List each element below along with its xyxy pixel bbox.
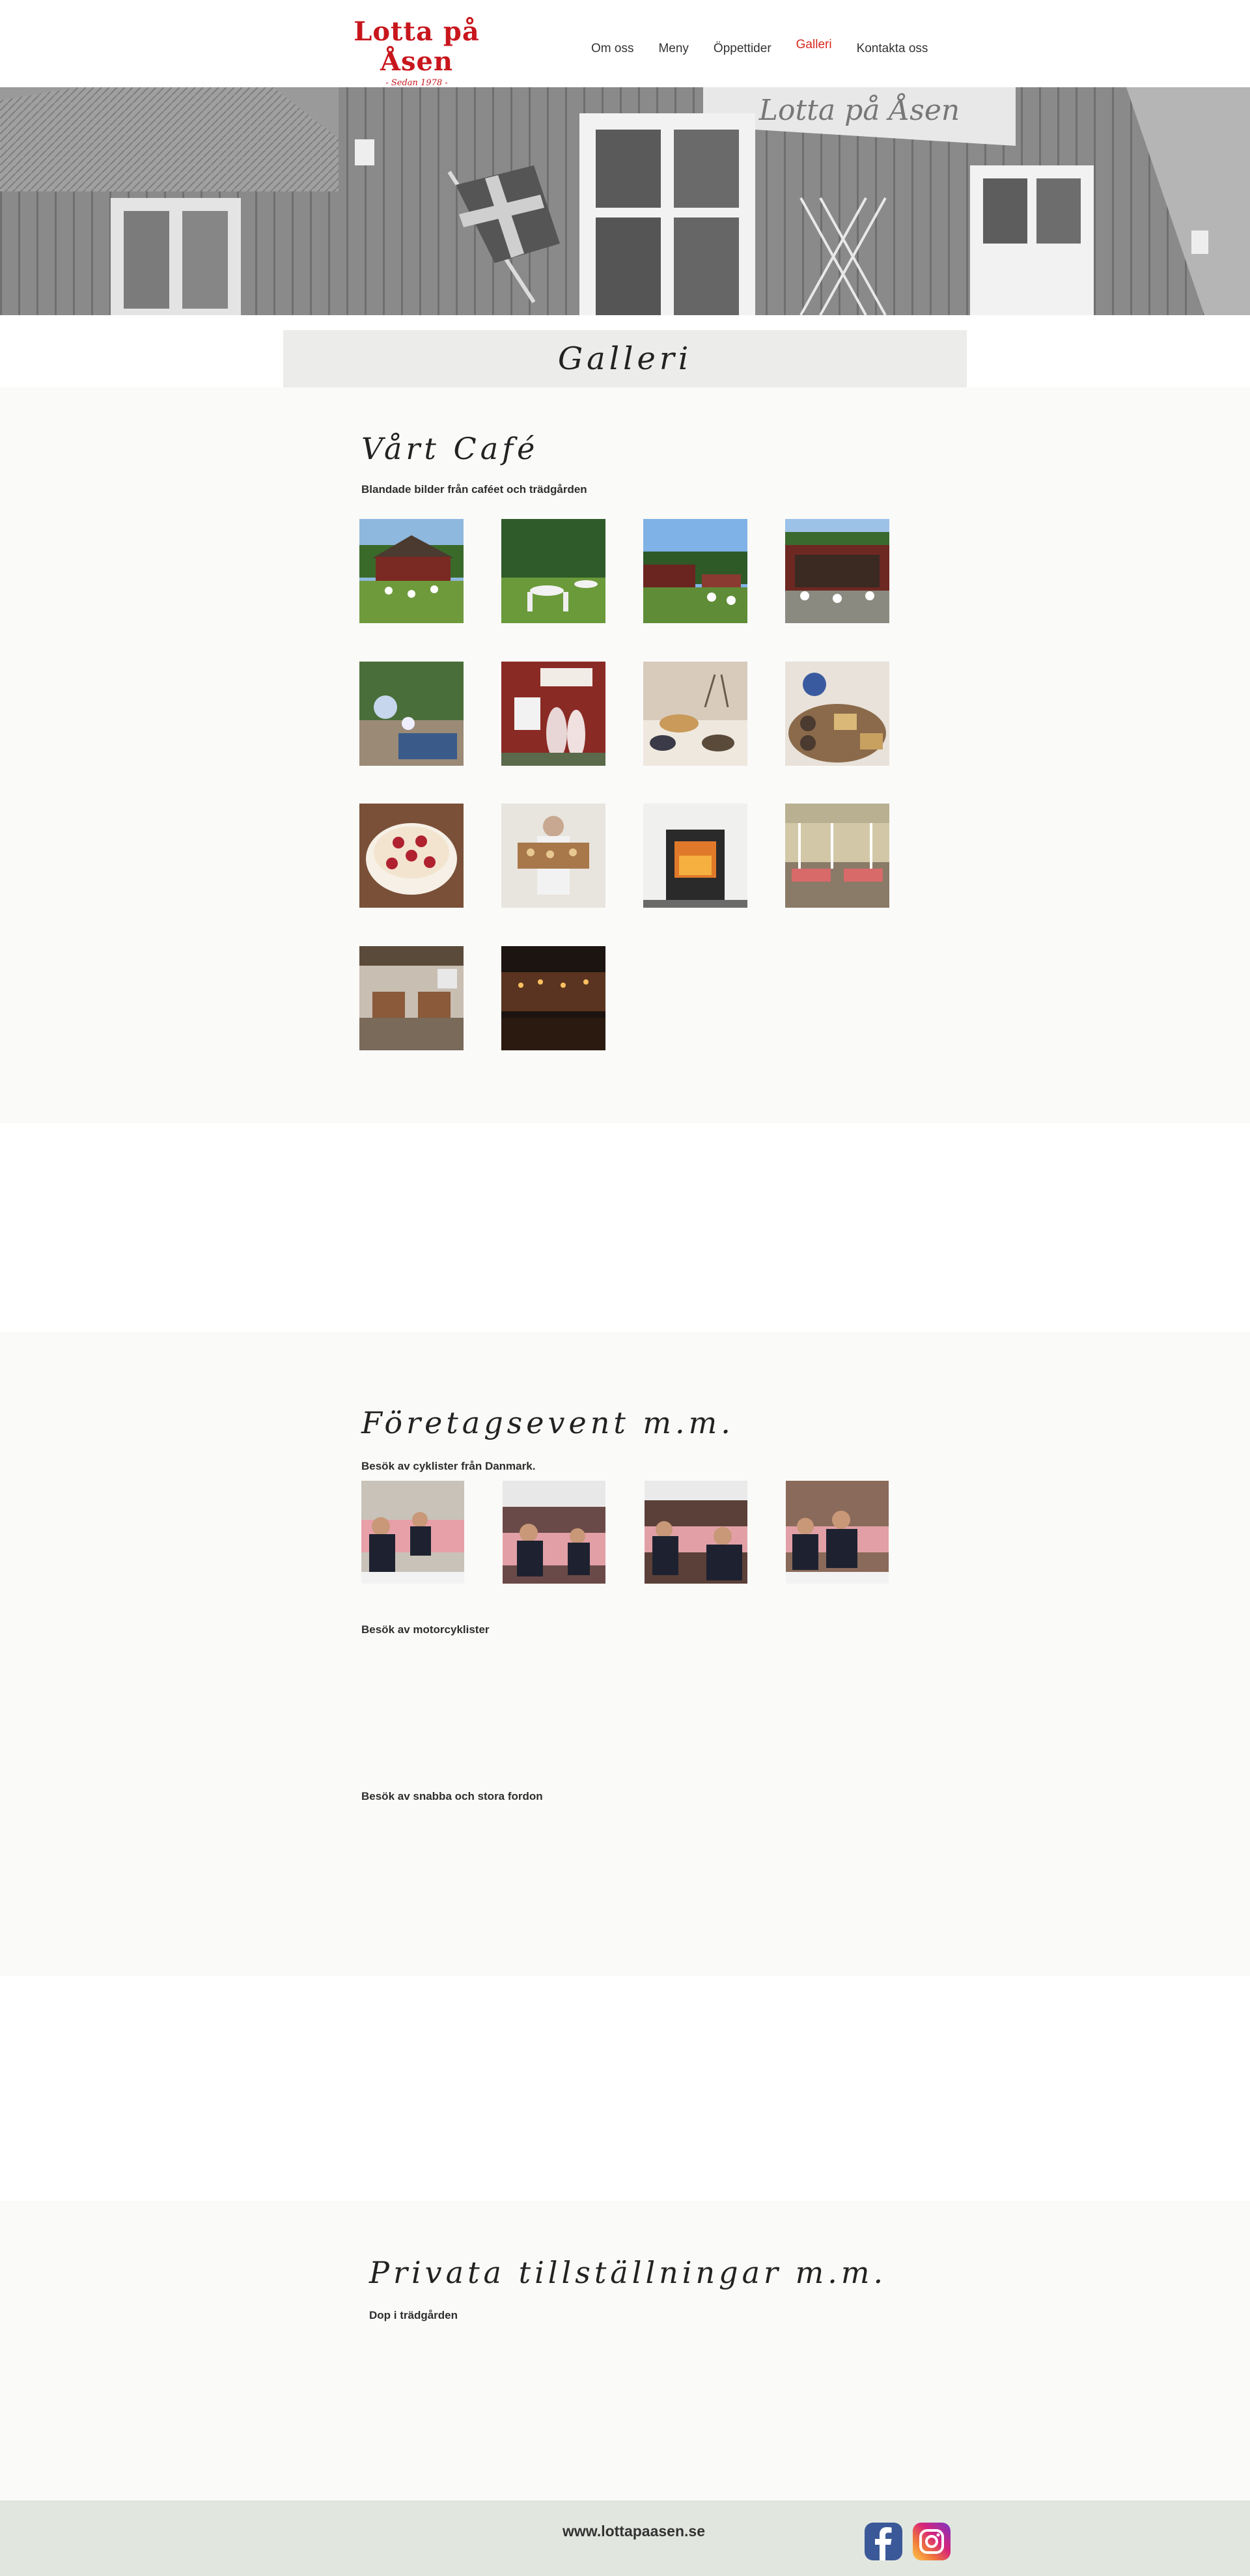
gallery-photo[interactable] xyxy=(359,662,464,766)
private-caption: Dop i trädgården xyxy=(369,2309,458,2321)
nav-item-om-oss[interactable]: Om oss xyxy=(591,42,633,56)
cafe-section-title: Vårt Café xyxy=(361,431,539,466)
nav-item-meny[interactable]: Meny xyxy=(658,42,688,56)
hero-image: Lotta på Åsen xyxy=(0,87,1250,315)
gallery-photo[interactable] xyxy=(643,662,747,766)
footer-website-link[interactable]: www.lottapaasen.se xyxy=(562,2523,705,2540)
gallery-photo[interactable] xyxy=(501,804,605,908)
cyclists-caption: Besök av cyklister från Danmark. xyxy=(361,1460,536,1472)
facebook-icon[interactable] xyxy=(865,2523,902,2560)
hero-sign-text: Lotta på Åsen xyxy=(758,92,960,127)
gallery-photo[interactable] xyxy=(643,804,747,908)
gallery-photo[interactable] xyxy=(785,804,889,908)
cafe-section-background xyxy=(0,387,1250,1123)
private-section-title: Privata tillställningar m.m. xyxy=(369,2255,887,2290)
nav-item-kontakta-oss[interactable]: Kontakta oss xyxy=(857,42,928,56)
gallery-photo[interactable] xyxy=(643,519,747,623)
cafe-section-description: Blandade bilder från caféet och trädgård… xyxy=(361,483,587,496)
nav-item-galleri[interactable]: Galleri xyxy=(796,38,832,52)
site-footer: www.lottapaasen.se xyxy=(0,2500,1250,2576)
logo-title: Lotta på Åsen xyxy=(354,16,480,77)
site-logo[interactable]: Lotta på Åsen - Sedan 1978 - xyxy=(339,17,495,89)
gallery-photo[interactable] xyxy=(501,946,605,1050)
site-header: Lotta på Åsen - Sedan 1978 - Om oss Meny… xyxy=(0,0,1250,89)
gallery-photo[interactable] xyxy=(501,519,605,623)
corporate-section-title: Företagsevent m.m. xyxy=(361,1405,734,1440)
gallery-photo[interactable] xyxy=(359,946,464,1050)
gallery-photo[interactable] xyxy=(786,1481,889,1584)
facebook-glyph xyxy=(875,2527,892,2560)
instagram-glyph xyxy=(919,2529,944,2554)
vehicles-caption: Besök av snabba och stora fordon xyxy=(361,1790,543,1802)
private-section-background xyxy=(0,2201,1250,2500)
gallery-photo[interactable] xyxy=(645,1481,747,1584)
gallery-photo[interactable] xyxy=(361,1481,464,1584)
motorcyclists-caption: Besök av motorcyklister xyxy=(361,1623,490,1636)
gallery-photo[interactable] xyxy=(785,519,889,623)
page: Lotta på Åsen - Sedan 1978 - Om oss Meny… xyxy=(0,0,1250,2576)
gallery-photo[interactable] xyxy=(359,804,464,908)
page-title: Galleri xyxy=(557,341,693,377)
gallery-photo[interactable] xyxy=(359,519,464,623)
gallery-photo[interactable] xyxy=(503,1481,605,1584)
nav-item-oppettider[interactable]: Öppettider xyxy=(714,42,771,56)
page-title-bar: Galleri xyxy=(283,330,967,387)
main-nav: Om oss Meny Öppettider Galleri Kontakta … xyxy=(591,38,952,56)
instagram-icon[interactable] xyxy=(913,2523,951,2560)
gallery-photo[interactable] xyxy=(501,662,605,766)
gallery-photo[interactable] xyxy=(785,662,889,766)
hero-house-photo: Lotta på Åsen xyxy=(0,87,1250,315)
